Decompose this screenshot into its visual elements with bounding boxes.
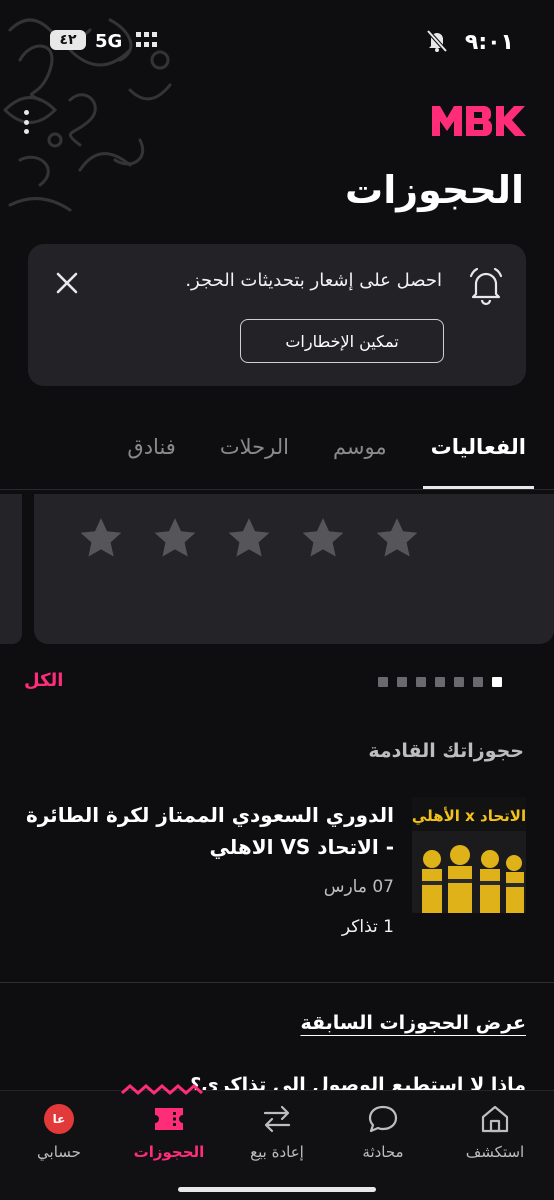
booking-date: 07 مارس	[323, 877, 394, 897]
booking-title: الدوري السعودي الممتاز لكرة الطائرة - ال…	[25, 803, 394, 859]
star-icon[interactable]	[150, 514, 200, 564]
home-icon	[481, 1105, 509, 1133]
home-indicator[interactable]	[178, 1187, 376, 1192]
event-thumbnail: الاتحاد x الأهلي	[412, 797, 526, 913]
nav-label: إعادة بيع	[250, 1143, 304, 1161]
bottom-navigation: استكشف محادثة إعادة بيع الحجوزات عا حساب…	[0, 1084, 554, 1200]
mbk-logo	[432, 106, 526, 136]
view-past-bookings-link[interactable]: عرض الحجوزات السابقة	[300, 1012, 526, 1034]
page-dot-active[interactable]	[492, 677, 502, 687]
more-options-icon[interactable]	[16, 108, 36, 136]
ticket-count: 1 تذاكر	[341, 917, 394, 937]
tab-trips[interactable]: الرحلات	[220, 425, 289, 489]
nav-label: محادثة	[362, 1143, 404, 1161]
page-dot[interactable]	[416, 677, 426, 687]
tab-events[interactable]: الفعاليات	[422, 425, 535, 489]
nav-label: استكشف	[465, 1143, 525, 1161]
svg-text:الاتحاد x الأهلي: الاتحاد x الأهلي	[412, 807, 526, 825]
network-type: 5G	[95, 31, 123, 52]
nav-bookings[interactable]: الحجوزات	[114, 1101, 224, 1171]
nav-explore[interactable]: استكشف	[440, 1101, 550, 1171]
nav-account[interactable]: عا حسابي	[4, 1101, 114, 1171]
carousel-pagination	[378, 677, 502, 687]
star-icon[interactable]	[298, 514, 348, 564]
tab-hotels[interactable]: فنادق	[127, 425, 175, 489]
nav-label: الحجوزات	[133, 1143, 205, 1161]
notification-card: احصل على إشعار بتحديثات الحجز. تمكين الإ…	[28, 244, 526, 386]
page-dot[interactable]	[397, 677, 407, 687]
page-dot[interactable]	[378, 677, 388, 687]
star-icon[interactable]	[372, 514, 422, 564]
tab-season[interactable]: موسم	[333, 425, 387, 489]
ticket-icon	[155, 1108, 183, 1130]
enable-notifications-button[interactable]: تمكين الإخطارات	[240, 319, 444, 363]
nav-resale[interactable]: إعادة بيع	[222, 1101, 332, 1171]
active-indicator-wave	[121, 1084, 203, 1095]
nav-label: حسابي	[37, 1143, 81, 1161]
page-dot[interactable]	[473, 677, 483, 687]
upcoming-section-title: حجوزاتك القادمة	[368, 740, 524, 762]
previous-card-peek	[0, 494, 22, 644]
tabs-divider	[0, 489, 554, 490]
booking-item[interactable]: الاتحاد x الأهلي الدوري السعودي الممتاز …	[0, 797, 554, 947]
bell-icon	[469, 267, 503, 306]
clock: ٩:٠١	[464, 30, 514, 55]
avatar: عا	[44, 1104, 74, 1134]
page-title: الحجوزات	[345, 168, 524, 212]
star-icon[interactable]	[76, 514, 126, 564]
nav-chat[interactable]: محادثة	[328, 1101, 438, 1171]
star-rating	[76, 514, 422, 564]
chat-bubble-icon	[368, 1105, 398, 1133]
close-icon[interactable]	[52, 268, 82, 298]
page-dot[interactable]	[454, 677, 464, 687]
signal-icon	[136, 32, 157, 47]
battery-indicator: ٤٢	[50, 30, 86, 50]
muted-bell-icon	[426, 29, 448, 53]
booking-tabs: الفعاليات موسم الرحلات فنادق	[83, 425, 535, 489]
page-dot[interactable]	[435, 677, 445, 687]
notification-message: احصل على إشعار بتحديثات الحجز.	[185, 270, 442, 291]
swap-arrows-icon	[263, 1105, 291, 1133]
view-all-link[interactable]: الكل	[24, 670, 63, 691]
status-bar: ٤٢ 5G ٩:٠١	[0, 0, 554, 84]
divider	[0, 982, 554, 983]
star-icon[interactable]	[224, 514, 274, 564]
